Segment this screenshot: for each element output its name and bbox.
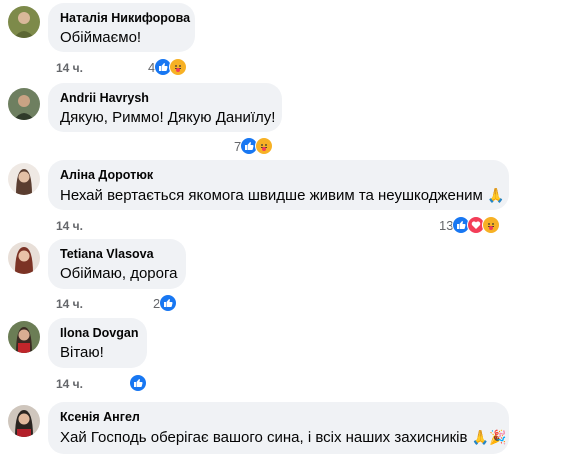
reaction-summary[interactable]: 2 [153,293,178,313]
care-hug-icon [169,58,188,76]
comment-author[interactable]: Наталія Никифорова [60,10,190,26]
comment-bubble: Ilona Dovgan Вітаю! [48,318,147,368]
comment-author[interactable]: Аліна Доротюк [60,167,497,183]
avatar[interactable] [8,242,40,274]
comment-author[interactable]: Ксенія Ангел [60,409,497,425]
comment-author[interactable]: Andrii Havrysh [60,90,270,106]
reaction-summary[interactable]: 7 [234,136,274,156]
comment-bubble: Tetiana Vlasova Обіймаю, дорога [48,239,186,289]
comment-text: Обіймаємо! [60,29,142,46]
comment-author[interactable]: Ilona Dovgan [60,325,138,341]
reaction-count: 13 [439,217,454,233]
reaction-summary[interactable] [129,373,147,393]
comment-text: Нехай вертається якомога швидше живим та… [60,185,504,206]
comment-bubble: Аліна Доротюк Нехай вертається якомога ш… [48,160,509,210]
reaction-summary[interactable]: 13 [439,215,501,235]
avatar[interactable] [8,321,40,353]
comment-text: Хай Господь оберігає вашого сина, і всіх… [60,427,507,448]
comment-bubble: Andrii Havrysh Дякую, Риммо! Дякую Даниї… [48,83,282,132]
pray-emoji-icon: 🙏 [487,187,505,203]
care-hug-icon [255,137,274,155]
pray-emoji-icon: 🙏🎉 [471,429,507,445]
comment-text: Обіймаю, дорога [60,265,178,282]
comment-time[interactable]: 14 ч. [56,377,83,391]
comment-bubble: Ксенія Ангел Хай Господь оберігає вашого… [48,402,509,454]
avatar[interactable] [8,163,40,195]
comment-time[interactable]: 14 ч. [56,61,83,75]
comment-time[interactable]: 14 ч. [56,297,83,311]
avatar[interactable] [8,405,40,437]
comment-author[interactable]: Tetiana Vlasova [60,246,174,262]
thumbs-up-icon [129,374,147,392]
comment-text-body: Нехай вертається якомога швидше живим та… [60,187,483,204]
reaction-summary[interactable]: 4 [148,57,188,77]
comment-text-body: Хай Господь оберігає вашого сина, і всіх… [60,429,468,446]
avatar[interactable] [8,6,40,38]
comment-bubble: Наталія Никифорова Обіймаємо! [48,3,195,52]
avatar[interactable] [8,88,40,120]
comment-text: Вітаю! [60,344,104,361]
comment-text: Дякую, Риммо! Дякую Даниїлу! [60,109,276,126]
care-hug-icon [482,216,501,234]
thumbs-up-icon [159,294,178,312]
comment-time[interactable]: 14 ч. [56,219,83,233]
